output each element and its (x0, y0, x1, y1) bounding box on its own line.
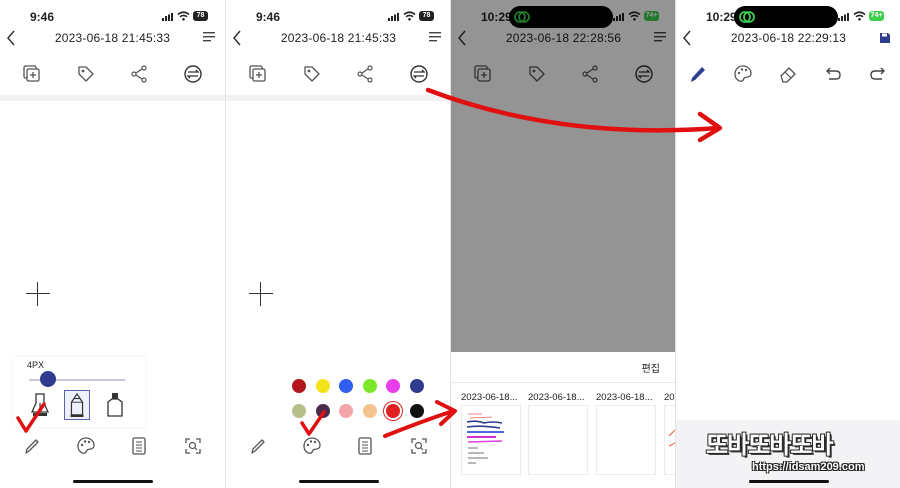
status-bar: 10:29 74+ (676, 0, 900, 28)
page-thumbnail[interactable] (461, 405, 521, 475)
cellular-signal-icon (388, 13, 399, 21)
wifi-icon (853, 11, 866, 21)
color-swatch[interactable] (362, 404, 377, 418)
bottom-toolbar (0, 428, 225, 466)
color-swatch[interactable] (409, 379, 424, 393)
sheet-divider (451, 382, 676, 383)
home-indicator (749, 480, 829, 483)
home-indicator (299, 480, 379, 483)
top-toolbar (0, 60, 225, 88)
nav-bar: 2023-06-18 21:45:33 (226, 28, 451, 50)
cellular-signal-icon (162, 13, 173, 21)
palette-icon[interactable] (302, 436, 322, 456)
battery-indicator: 78 (193, 11, 208, 21)
nav-bar: 2023-06-18 22:29:13 (676, 28, 900, 50)
save-icon[interactable] (879, 32, 891, 44)
thumb-title: 2023-06-18... (461, 392, 518, 403)
status-time: 10:29 (706, 10, 737, 24)
page-thumbnail[interactable] (528, 405, 588, 475)
note-title: 2023-06-18 21:45:33 (280, 31, 397, 45)
color-swatch[interactable] (315, 379, 330, 393)
palette-icon[interactable] (76, 436, 96, 456)
nav-bar: 2023-06-18 21:45:33 (0, 28, 225, 50)
settings-icon[interactable] (183, 64, 203, 84)
palette-icon[interactable] (733, 64, 753, 84)
zoom-icon[interactable] (183, 436, 203, 456)
color-swatch[interactable] (292, 379, 306, 393)
menu-icon[interactable] (203, 32, 215, 42)
marker-icon[interactable] (102, 390, 128, 420)
note-title: 2023-06-18 21:45:33 (54, 31, 171, 45)
crosshair-cursor (249, 282, 273, 306)
edit-button[interactable]: 편집 (642, 360, 660, 375)
pages-icon[interactable] (129, 436, 149, 456)
status-time: 9:46 (256, 10, 281, 24)
thumb-title: 20 (664, 392, 675, 403)
toolbar-divider (226, 95, 451, 101)
pen-icon[interactable] (688, 64, 708, 84)
add-page-icon[interactable] (22, 64, 42, 84)
tag-icon[interactable] (302, 64, 322, 84)
screen-2: 9:46 78 2023-06-18 21:45:33 (226, 0, 451, 488)
pencil-icon[interactable] (22, 436, 42, 456)
color-swatch[interactable] (386, 404, 400, 418)
thumb-title: 2023-06-18... (596, 392, 653, 403)
pen-size-slider-knob[interactable] (40, 371, 57, 387)
share-icon[interactable] (355, 64, 375, 84)
color-swatch[interactable] (409, 404, 424, 418)
watermark-url: https://idsam209.com (752, 461, 865, 473)
color-swatch[interactable] (362, 379, 377, 393)
pen-size-label: 4PX (27, 360, 45, 370)
eraser-icon[interactable] (778, 64, 798, 84)
edit-toolbar (676, 60, 900, 88)
dim-overlay[interactable] (451, 0, 676, 352)
color-swatch[interactable] (315, 404, 330, 418)
scribble-preview (466, 413, 504, 464)
color-swatch[interactable] (292, 404, 306, 418)
cellular-signal-icon (838, 13, 849, 21)
watermark-logo: 또바또바또바 (706, 432, 833, 459)
battery-indicator: 78 (419, 11, 434, 21)
fountain-pen-icon[interactable] (27, 390, 53, 420)
screen-4: 10:29 74+ 2023-06-18 22:29:13 또바또바또바 htt… (676, 0, 900, 488)
wifi-icon (403, 11, 416, 21)
toolbar-divider (0, 95, 225, 101)
status-time: 9:46 (30, 10, 55, 24)
tag-icon[interactable] (76, 64, 96, 84)
status-bar: 9:46 78 (226, 0, 451, 28)
color-swatch[interactable] (386, 379, 400, 393)
bottom-toolbar (226, 428, 451, 466)
top-toolbar (226, 60, 451, 88)
color-palette-popup (288, 369, 428, 429)
wifi-icon (177, 11, 190, 21)
undo-icon[interactable] (823, 64, 843, 84)
home-indicator (73, 480, 153, 483)
status-bar: 9:46 78 (0, 0, 225, 28)
redo-icon[interactable] (868, 64, 888, 84)
share-icon[interactable] (129, 64, 149, 84)
crosshair-cursor (26, 282, 50, 306)
link-icon (739, 11, 755, 23)
pencil-tool-icon[interactable] (64, 390, 90, 420)
zoom-icon[interactable] (409, 436, 429, 456)
color-swatch[interactable] (339, 404, 353, 418)
color-swatch[interactable] (339, 379, 353, 393)
menu-icon[interactable] (429, 32, 441, 42)
battery-indicator: 74+ (869, 11, 884, 21)
note-title: 2023-06-18 22:29:13 (730, 31, 847, 45)
page-picker-sheet: 편집 2023-06-18... 2023-06-18... 2023-06-1… (451, 352, 676, 488)
page-thumbnail[interactable] (596, 405, 656, 475)
pencil-icon[interactable] (248, 436, 268, 456)
dynamic-island (734, 6, 838, 28)
pages-icon[interactable] (355, 436, 375, 456)
thumb-title: 2023-06-18... (528, 392, 585, 403)
screen-3: 10:29 74+ 2023-06-18 22:28:56 편집 2023-06… (451, 0, 676, 488)
settings-icon[interactable] (409, 64, 429, 84)
add-page-icon[interactable] (248, 64, 268, 84)
pen-size-popup: 4PX (13, 357, 145, 427)
screen-1: 9:46 78 2023-06-18 21:45:33 4PX (0, 0, 225, 488)
